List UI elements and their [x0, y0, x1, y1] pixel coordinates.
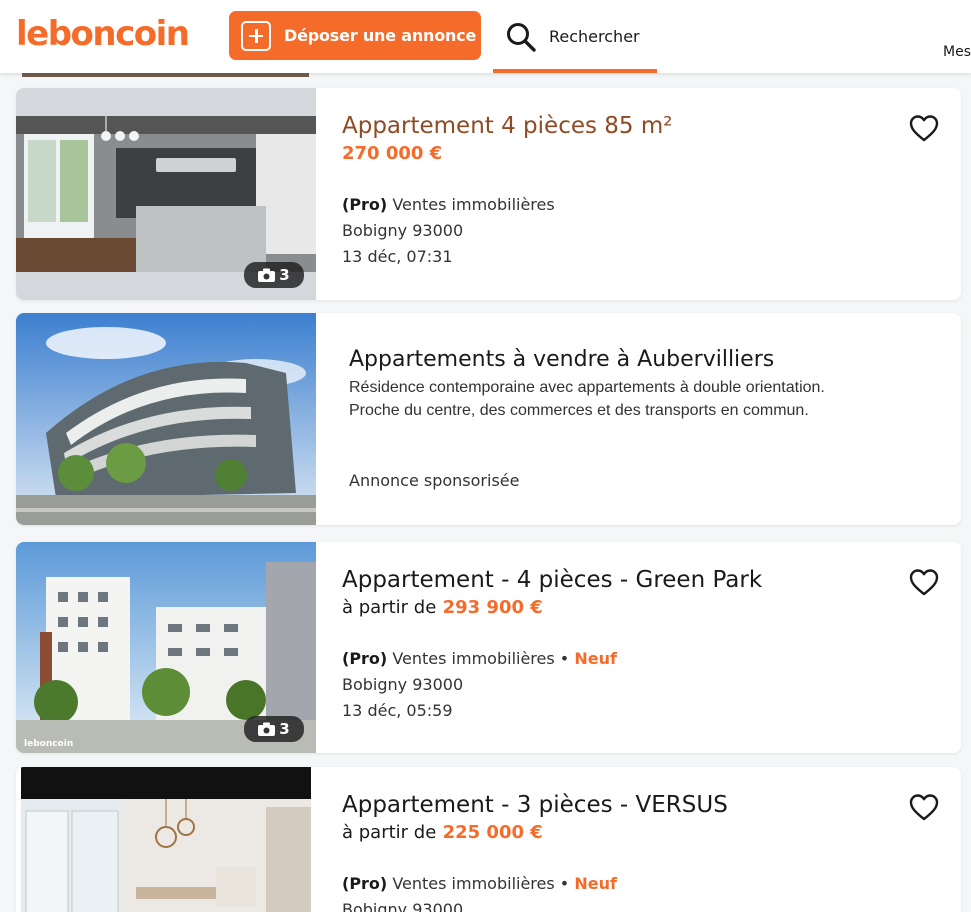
listing-date: 13 déc, 07:31 [342, 247, 453, 266]
photo-count-badge: 3 [244, 716, 304, 742]
listing-meta: (Pro) Ventes immobilières Bobigny 93000 … [342, 192, 961, 270]
sponsored-title[interactable]: Appartements à vendre à Aubervilliers [349, 347, 825, 372]
sponsored-description-line: Résidence contemporaine avec appartement… [349, 379, 825, 396]
listing-meta: (Pro) Ventes immobilières • Neuf Bobigny… [342, 646, 961, 724]
watermark-text: leboncoin [24, 739, 73, 749]
leboncoin-logo[interactable]: leboncoin [16, 14, 190, 54]
search-tab[interactable]: Rechercher [493, 0, 657, 73]
post-ad-label: Déposer une annonce [284, 26, 477, 45]
listing-photo[interactable] [16, 767, 316, 912]
heart-icon[interactable] [909, 793, 939, 821]
seller-type: (Pro) [342, 874, 388, 893]
seller-type: (Pro) [342, 195, 388, 214]
listing-card[interactable]: leboncoin 3 Appartement - 4 pièces - Gre… [16, 542, 961, 753]
account-menu-cutoff[interactable]: Mes [943, 44, 971, 60]
camera-icon [258, 722, 276, 736]
price-value: 225 000 € [442, 822, 543, 843]
seller-type: (Pro) [342, 649, 388, 668]
neuf-badge: Neuf [574, 649, 617, 668]
camera-icon [258, 268, 276, 282]
photo-count-badge: 3 [244, 262, 304, 288]
listing-price: à partir de 225 000 € [342, 822, 961, 843]
listing-location: Bobigny 93000 [342, 900, 464, 912]
listing-card[interactable]: 3 Appartement 4 pièces 85 m² 270 000 € (… [16, 88, 961, 300]
photo-count: 3 [279, 266, 290, 284]
listing-title[interactable]: Appartement - 3 pièces - VERSUS [342, 792, 961, 818]
sponsored-tag: Annonce sponsorisée [349, 471, 520, 490]
listing-location: Bobigny 93000 [342, 675, 464, 694]
seller-name: Ventes immobilières [392, 195, 555, 214]
neuf-badge: Neuf [574, 874, 617, 893]
previous-listing-image-edge [22, 73, 309, 77]
price-value: 293 900 € [442, 597, 543, 618]
post-ad-button[interactable]: Déposer une annonce [229, 11, 481, 60]
active-tab-indicator [493, 69, 657, 73]
sponsored-description-line: Proche du centre, des commerces et des t… [349, 402, 809, 419]
sponsored-photo[interactable] [16, 313, 316, 525]
search-tab-label: Rechercher [549, 27, 640, 46]
heart-icon[interactable] [909, 568, 939, 596]
seller-name: Ventes immobilières [392, 874, 555, 893]
listing-card[interactable]: Appartement - 3 pièces - VERSUS à partir… [16, 767, 961, 912]
photo-count: 3 [279, 720, 290, 738]
listing-price: à partir de 293 900 € [342, 597, 961, 618]
sponsored-description: Résidence contemporaine avec appartement… [349, 376, 825, 422]
listing-location: Bobigny 93000 [342, 221, 464, 240]
seller-name: Ventes immobilières [392, 649, 555, 668]
search-icon [507, 22, 536, 52]
heart-icon[interactable] [909, 114, 939, 142]
listing-photo[interactable]: 3 [16, 88, 316, 300]
listing-date: 13 déc, 05:59 [342, 701, 453, 720]
top-header: leboncoin Déposer une annonce Rechercher… [0, 0, 971, 73]
listing-title[interactable]: Appartement 4 pièces 85 m² [342, 113, 961, 139]
listing-price: 270 000 € [342, 143, 443, 164]
listing-photo[interactable]: leboncoin 3 [16, 542, 316, 753]
sponsored-card[interactable]: Appartements à vendre à Aubervilliers Ré… [16, 313, 961, 525]
separator-dot: • [559, 874, 570, 893]
price-prefix: à partir de [342, 822, 437, 843]
listing-title[interactable]: Appartement - 4 pièces - Green Park [342, 567, 961, 593]
separator-dot: • [559, 649, 570, 668]
price-prefix: à partir de [342, 597, 437, 618]
listing-meta: (Pro) Ventes immobilières • Neuf Bobigny… [342, 871, 961, 912]
plus-square-icon [241, 20, 271, 51]
